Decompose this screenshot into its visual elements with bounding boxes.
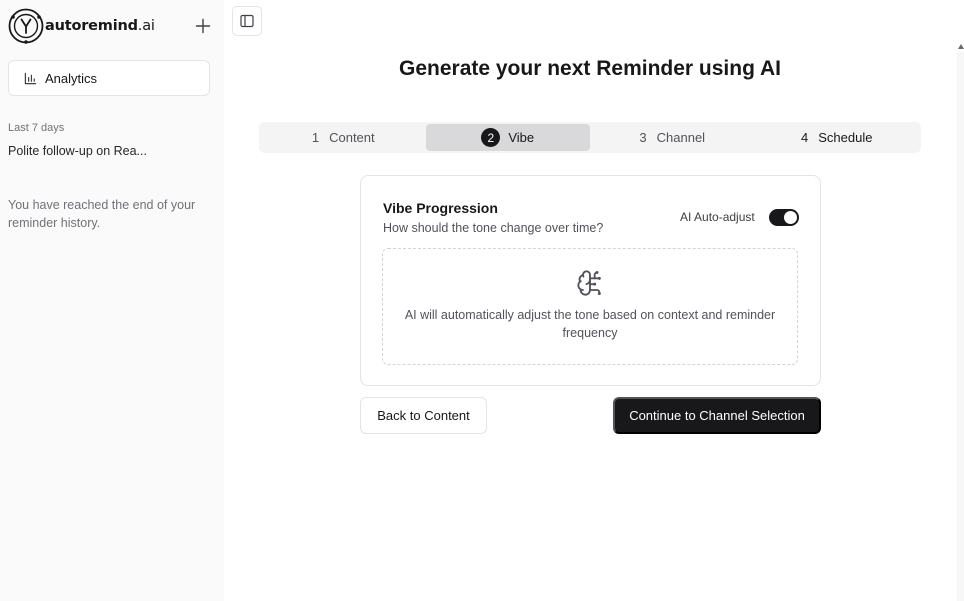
logo-icon — [8, 8, 44, 44]
brain-icon — [577, 270, 601, 296]
sidebar-toggle-icon — [240, 14, 254, 28]
scroll-up-arrow-icon[interactable] — [958, 44, 964, 49]
step-channel[interactable]: 3 Channel — [590, 124, 755, 151]
vibe-progression-card: Vibe Progression How should the tone cha… — [360, 175, 821, 386]
step-label: Vibe — [508, 130, 535, 145]
logo-text: autoremind.ai — [45, 18, 155, 34]
step-number: 4 — [801, 130, 809, 145]
sidebar: autoremind.ai Analytics Last 7 days Poli… — [0, 0, 224, 601]
step-number-badge: 2 — [481, 128, 501, 147]
page-title: Generate your next Reminder using AI — [399, 57, 781, 80]
card-subtitle: How should the tone change over time? — [383, 221, 604, 235]
new-reminder-button[interactable] — [193, 16, 213, 36]
auto-adjust-description: AI will automatically adjust the tone ba… — [404, 308, 776, 340]
plus-icon — [195, 18, 211, 34]
step-label: Schedule — [818, 130, 873, 145]
auto-adjust-label: AI Auto-adjust — [680, 210, 755, 224]
scrollbar[interactable] — [957, 52, 964, 601]
history-item[interactable]: Polite follow-up on Rea... — [8, 144, 208, 158]
auto-adjust-toggle[interactable] — [769, 209, 799, 226]
step-tabs: 1 Content 2 Vibe 3 Channel 4 Schedule — [259, 122, 921, 153]
toggle-knob — [784, 211, 797, 224]
analytics-label: Analytics — [45, 70, 98, 86]
step-content[interactable]: 1 Content — [261, 124, 426, 151]
bar-chart-icon — [24, 72, 37, 84]
step-number: 3 — [639, 130, 647, 145]
analytics-button[interactable]: Analytics — [8, 60, 210, 96]
continue-button[interactable]: Continue to Channel Selection — [613, 397, 821, 434]
history-section-label: Last 7 days — [8, 122, 65, 134]
step-vibe[interactable]: 2 Vibe — [425, 124, 590, 151]
step-schedule[interactable]: 4 Schedule — [755, 124, 920, 151]
auto-adjust-panel: AI will automatically adjust the tone ba… — [382, 248, 798, 365]
back-to-content-button[interactable]: Back to Content — [360, 397, 487, 434]
step-label: Content — [329, 130, 375, 145]
logo[interactable]: autoremind.ai — [8, 8, 155, 44]
toggle-sidebar-button[interactable] — [232, 6, 262, 36]
card-title: Vibe Progression — [383, 200, 498, 216]
step-label: Channel — [656, 130, 706, 145]
history-end-message: You have reached the end of your reminde… — [8, 198, 196, 230]
step-number: 1 — [311, 130, 320, 145]
